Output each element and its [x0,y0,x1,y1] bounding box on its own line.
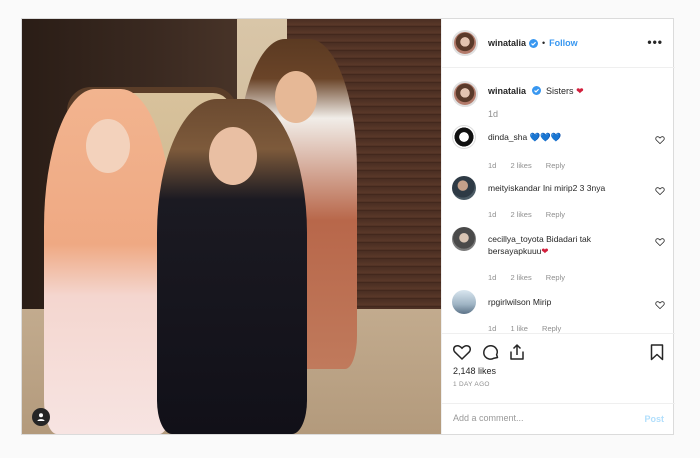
comment-username[interactable]: meityiskandar [488,183,540,193]
bookmark-icon[interactable] [647,342,667,362]
post-header: winatalia • Follow ••• [442,19,675,68]
comment-text: cecillya_toyota Bidadari tak bersayapkuu… [488,233,646,257]
avatar[interactable] [452,30,478,56]
photo-person-middle [157,99,307,434]
like-comment-icon[interactable] [655,300,665,310]
comment-avatar[interactable] [452,125,476,149]
comment-time[interactable]: 1d [488,210,496,219]
comment-username[interactable]: rpgirlwilson [488,297,531,307]
user-tag-icon[interactable] [32,408,50,426]
like-heart-icon[interactable] [452,342,472,362]
comment-text: meityiskandar Ini mirip2 3 3nya [488,182,646,194]
reply-button[interactable]: Reply [546,161,565,170]
share-icon[interactable] [507,342,527,362]
comment-meta: 1d 1 like Reply [488,324,573,333]
comment-bubble-icon[interactable] [480,342,500,362]
comment-text: rpgirlwilson Mirip [488,296,646,308]
like-comment-icon[interactable] [655,135,665,145]
post-timestamp[interactable]: 1 DAY AGO [453,381,490,388]
verified-badge-icon [531,86,541,95]
caption-avatar[interactable] [452,81,478,107]
post-photo[interactable] [22,19,441,434]
photo-person-left [44,89,172,434]
comment-likes[interactable]: 2 likes [510,210,531,219]
verified-badge-icon [529,38,539,48]
comment-username[interactable]: dinda_sha [488,132,527,142]
caption-body: Sisters [546,86,574,96]
comment-avatar[interactable] [452,176,476,200]
post-actions: 2,148 likes 1 DAY AGO Post [442,333,675,434]
add-comment-bar: Post [442,403,675,435]
reply-button[interactable]: Reply [542,324,561,333]
comment-meta: 1d 2 likes Reply [488,210,577,219]
caption-time[interactable]: 1d [488,109,498,119]
header-username[interactable]: winatalia [488,38,526,48]
post-side-panel: winatalia • Follow ••• winatalia Sisters… [441,19,675,434]
reply-button[interactable]: Reply [546,273,565,282]
post-comment-button[interactable]: Post [644,414,664,424]
comment-likes[interactable]: 2 likes [510,273,531,282]
comment-time[interactable]: 1d [488,324,496,333]
more-options-icon[interactable]: ••• [647,35,663,49]
comments-list[interactable]: winatalia Sisters ❤ 1d dinda_sha 💙💙💙 1d … [442,68,675,333]
instagram-post: winatalia • Follow ••• winatalia Sisters… [21,18,675,435]
comment-avatar[interactable] [452,290,476,314]
comment-avatar[interactable] [452,227,476,251]
comment-text: dinda_sha 💙💙💙 [488,131,646,143]
comment-time[interactable]: 1d [488,161,496,170]
caption-username[interactable]: winatalia [488,86,526,96]
like-comment-icon[interactable] [655,237,665,247]
red-heart-emoji: ❤ [541,246,549,256]
comment-meta: 1d 2 likes Reply [488,273,577,282]
comment-meta: 1d 2 likes Reply [488,161,577,170]
comment-body: Ini mirip2 3 3nya [542,183,606,193]
likes-count[interactable]: 2,148 likes [453,366,496,376]
like-comment-icon[interactable] [655,186,665,196]
red-heart-emoji: ❤ [576,86,584,96]
caption-text: winatalia Sisters ❤ [488,86,584,97]
follow-button[interactable]: Follow [549,38,578,48]
comment-body: Mirip [532,297,552,307]
comment-likes[interactable]: 1 like [510,324,528,333]
comment-username[interactable]: cecillya_toyota [488,234,544,244]
comment-time[interactable]: 1d [488,273,496,282]
reply-button[interactable]: Reply [546,210,565,219]
comment-likes[interactable]: 2 likes [510,161,531,170]
header-separator: • [542,38,546,48]
comment-input[interactable] [453,413,623,423]
blue-heart-emoji: 💙💙💙 [529,132,562,142]
